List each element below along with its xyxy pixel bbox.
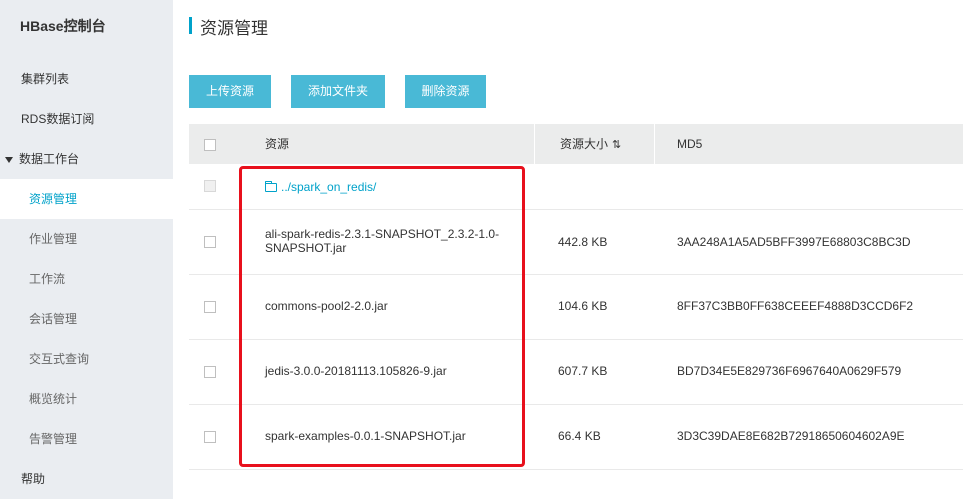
resource-size: 66.4 KB — [558, 429, 601, 443]
nav-interactive-query[interactable]: 交互式查询 — [0, 339, 173, 379]
nav-workflow[interactable]: 工作流 — [0, 259, 173, 299]
delete-resource-button[interactable]: 删除资源 — [405, 75, 486, 108]
row-checkbox[interactable] — [204, 180, 216, 192]
nav-overview-stats[interactable]: 概览统计 — [0, 379, 173, 419]
add-folder-button[interactable]: 添加文件夹 — [291, 75, 385, 108]
header-md5: MD5 — [677, 137, 703, 151]
row-checkbox[interactable] — [204, 431, 216, 443]
nav-label: 资源管理 — [29, 192, 78, 206]
resource-md5: 3D3C39DAE8E682B72918650604602A9E — [677, 429, 905, 443]
nav-label: 概览统计 — [29, 392, 78, 406]
nav-help[interactable]: 帮助 — [0, 459, 173, 499]
nav-session-management[interactable]: 会话管理 — [0, 299, 173, 339]
table-header: 资源 资源大小 ⇅ MD5 — [189, 124, 963, 164]
resource-md5: BD7D34E5E829736F6967640A0629F579 — [677, 364, 902, 378]
nav-label: 作业管理 — [29, 232, 78, 246]
nav-label: 工作流 — [29, 272, 66, 286]
resource-md5: 3AA248A1A5AD5BFF3997E68803C8BC3D — [677, 235, 911, 249]
nav-label: 数据工作台 — [19, 152, 80, 166]
column-divider — [654, 124, 655, 164]
resource-size: 607.7 KB — [558, 364, 608, 378]
nav-cluster-list[interactable]: 集群列表 — [0, 59, 173, 99]
column-divider — [534, 124, 535, 164]
page-title: 资源管理 — [200, 19, 268, 38]
console-title: HBase控制台 — [20, 18, 106, 34]
resource-size: 442.8 KB — [558, 235, 608, 249]
nav-label: 告警管理 — [29, 432, 78, 446]
header-size-label: 资源大小 — [560, 137, 609, 151]
sort-icon[interactable]: ⇅ — [612, 125, 621, 165]
nav-label: RDS数据订阅 — [21, 112, 95, 126]
nav-alert-management[interactable]: 告警管理 — [0, 419, 173, 459]
select-all-checkbox[interactable] — [204, 139, 216, 151]
title-accent-bar — [189, 17, 192, 34]
nav-job-management[interactable]: 作业管理 — [0, 219, 173, 259]
nav-label: 会话管理 — [29, 312, 78, 326]
row-checkbox[interactable] — [204, 236, 216, 248]
nav-label: 帮助 — [21, 472, 46, 486]
header-size[interactable]: 资源大小 ⇅ — [560, 124, 621, 164]
nav-resource-management[interactable]: 资源管理 — [0, 179, 173, 219]
header-resource: 资源 — [265, 137, 290, 151]
upload-resource-button[interactable]: 上传资源 — [189, 75, 271, 108]
resource-size: 104.6 KB — [558, 299, 608, 313]
nav-label: 集群列表 — [21, 72, 70, 86]
row-checkbox[interactable] — [204, 301, 216, 313]
resource-md5: 8FF37C3BB0FF638CEEEF4888D3CCD6F2 — [677, 299, 914, 313]
nav-rds-subscription[interactable]: RDS数据订阅 — [0, 99, 173, 139]
sidebar: HBase控制台 集群列表 RDS数据订阅 数据工作台 资源管理 作业管理 工作… — [0, 0, 173, 499]
highlight-annotation-box — [239, 166, 525, 467]
nav-data-workbench[interactable]: 数据工作台 — [0, 139, 173, 179]
row-checkbox[interactable] — [204, 366, 216, 378]
caret-down-icon — [5, 156, 13, 163]
nav-label: 交互式查询 — [29, 352, 90, 366]
